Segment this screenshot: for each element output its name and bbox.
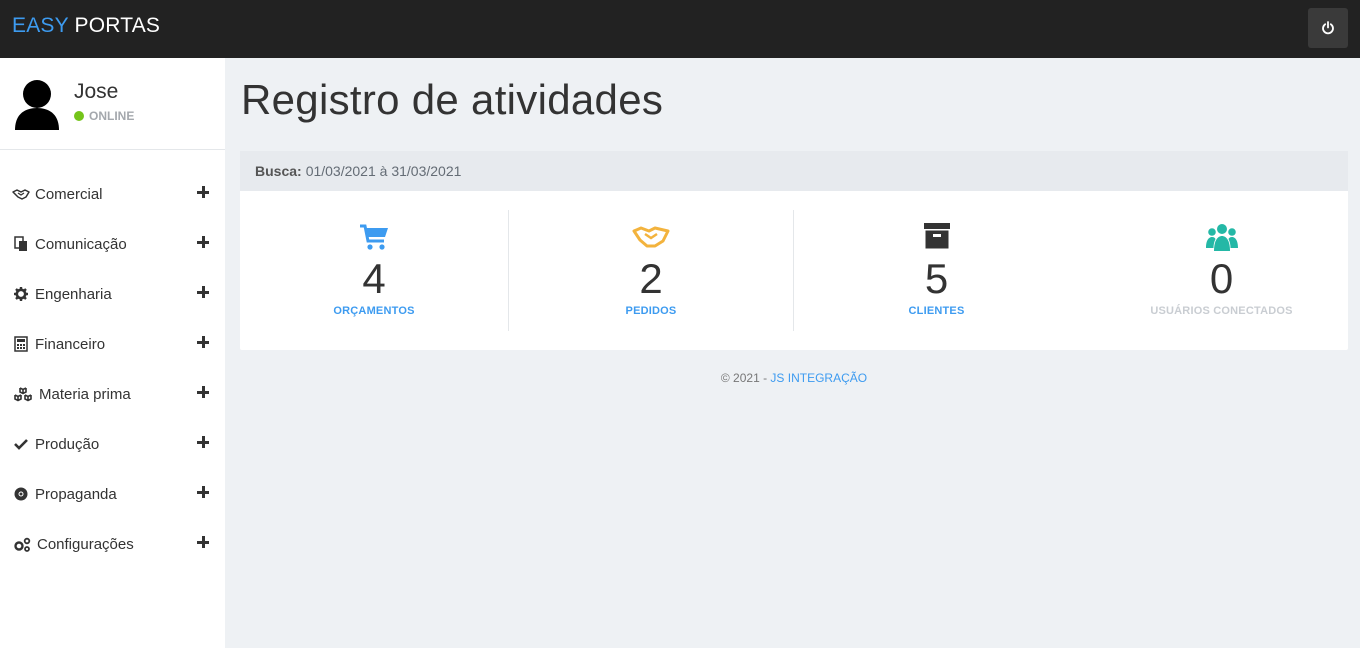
archive-icon <box>923 223 950 249</box>
brand-logo[interactable]: EASY PORTAS <box>12 14 160 38</box>
sidebar-item-label: Comercial <box>35 185 103 203</box>
sidebar-item-label: Propaganda <box>35 485 117 503</box>
plus-icon <box>197 536 209 548</box>
stat-label[interactable]: ORÇAMENTOS <box>240 305 508 317</box>
search-range: 01/03/2021 à 31/03/2021 <box>305 163 462 179</box>
handshake-icon <box>12 186 30 202</box>
cubes-icon <box>12 386 34 402</box>
stat-usuarios-conectados[interactable]: 0 USUÁRIOS CONECTADOS <box>1079 210 1360 331</box>
plus-icon <box>197 286 209 298</box>
handshake-icon <box>632 226 670 248</box>
sidebar-item-label: Engenharia <box>35 285 112 303</box>
brand-part1: EASY <box>12 14 69 37</box>
plus-icon <box>197 186 209 198</box>
user-name: Jose <box>74 80 119 103</box>
search-label: Busca: <box>255 163 302 179</box>
logout-button[interactable] <box>1308 8 1348 48</box>
check-icon <box>12 436 30 452</box>
plus-icon <box>197 436 209 448</box>
plus-icon <box>197 386 209 398</box>
sidebar-item-label: Materia prima <box>39 385 131 403</box>
plus-icon <box>197 236 209 248</box>
chrome-icon <box>12 486 30 502</box>
status-dot-icon <box>74 111 84 121</box>
sidebar-item-label: Financeiro <box>35 335 106 353</box>
users-icon <box>1205 224 1238 251</box>
sidebar-item-propaganda[interactable]: Propaganda <box>0 469 225 519</box>
footer-copyright: © 2021 - <box>720 371 768 385</box>
user-status: ONLINE <box>74 109 134 123</box>
sidebar-item-label: Configurações <box>37 535 134 553</box>
stat-label[interactable]: USUÁRIOS CONECTADOS <box>1079 305 1360 317</box>
sidebar-item-comercial[interactable]: Comercial <box>0 169 225 219</box>
stat-value: 0 <box>1209 255 1234 302</box>
stat-pedidos[interactable]: 2 PEDIDOS <box>509 210 794 331</box>
sidebar-item-materia-prima[interactable]: Materia prima <box>0 369 225 419</box>
stat-value: 2 <box>639 255 663 302</box>
sidebar: Jose ONLINE Comercial Comunicação Engenh… <box>0 58 225 648</box>
page-title: Registro de atividades <box>241 76 664 123</box>
stats-row: 4 ORÇAMENTOS 2 PEDIDOS 5 CLIENTES 0 USUÁ… <box>240 191 1348 350</box>
sidebar-item-configuracoes[interactable]: Configurações <box>0 519 225 569</box>
sidebar-item-comunicacao[interactable]: Comunicação <box>0 219 225 269</box>
sidebar-item-financeiro[interactable]: Financeiro <box>0 319 225 369</box>
gears-icon <box>12 536 32 552</box>
top-bar: EASY PORTAS <box>0 0 1360 58</box>
search-summary: Busca: 01/03/2021 à 31/03/2021 <box>240 151 1348 191</box>
stat-value: 4 <box>362 255 386 302</box>
gear-icon <box>12 286 30 302</box>
documents-icon <box>12 236 30 252</box>
footer: © 2021 - JS INTEGRAÇÃO <box>240 371 1348 385</box>
stat-clientes[interactable]: 5 CLIENTES <box>794 210 1079 331</box>
stat-label[interactable]: PEDIDOS <box>509 305 793 317</box>
stat-label[interactable]: CLIENTES <box>794 305 1079 317</box>
power-icon <box>1322 21 1334 35</box>
sidebar-item-producao[interactable]: Produção <box>0 419 225 469</box>
plus-icon <box>197 486 209 498</box>
sidebar-item-label: Comunicação <box>35 235 127 253</box>
stat-value: 5 <box>924 255 949 302</box>
plus-icon <box>197 336 209 348</box>
user-panel: Jose ONLINE <box>0 58 225 150</box>
sidebar-menu: Comercial Comunicação Engenharia Finance… <box>0 169 225 569</box>
sidebar-item-label: Produção <box>35 435 100 453</box>
footer-link[interactable]: JS INTEGRAÇÃO <box>770 371 867 385</box>
stat-orcamentos[interactable]: 4 ORÇAMENTOS <box>240 210 509 331</box>
avatar-icon <box>15 80 59 130</box>
sidebar-item-engenharia[interactable]: Engenharia <box>0 269 225 319</box>
calculator-icon <box>12 336 30 352</box>
activity-panel: Busca: 01/03/2021 à 31/03/2021 4 ORÇAMEN… <box>240 151 1348 350</box>
cart-icon <box>360 224 388 250</box>
status-label: ONLINE <box>89 109 135 123</box>
brand-part2: PORTAS <box>74 14 161 37</box>
